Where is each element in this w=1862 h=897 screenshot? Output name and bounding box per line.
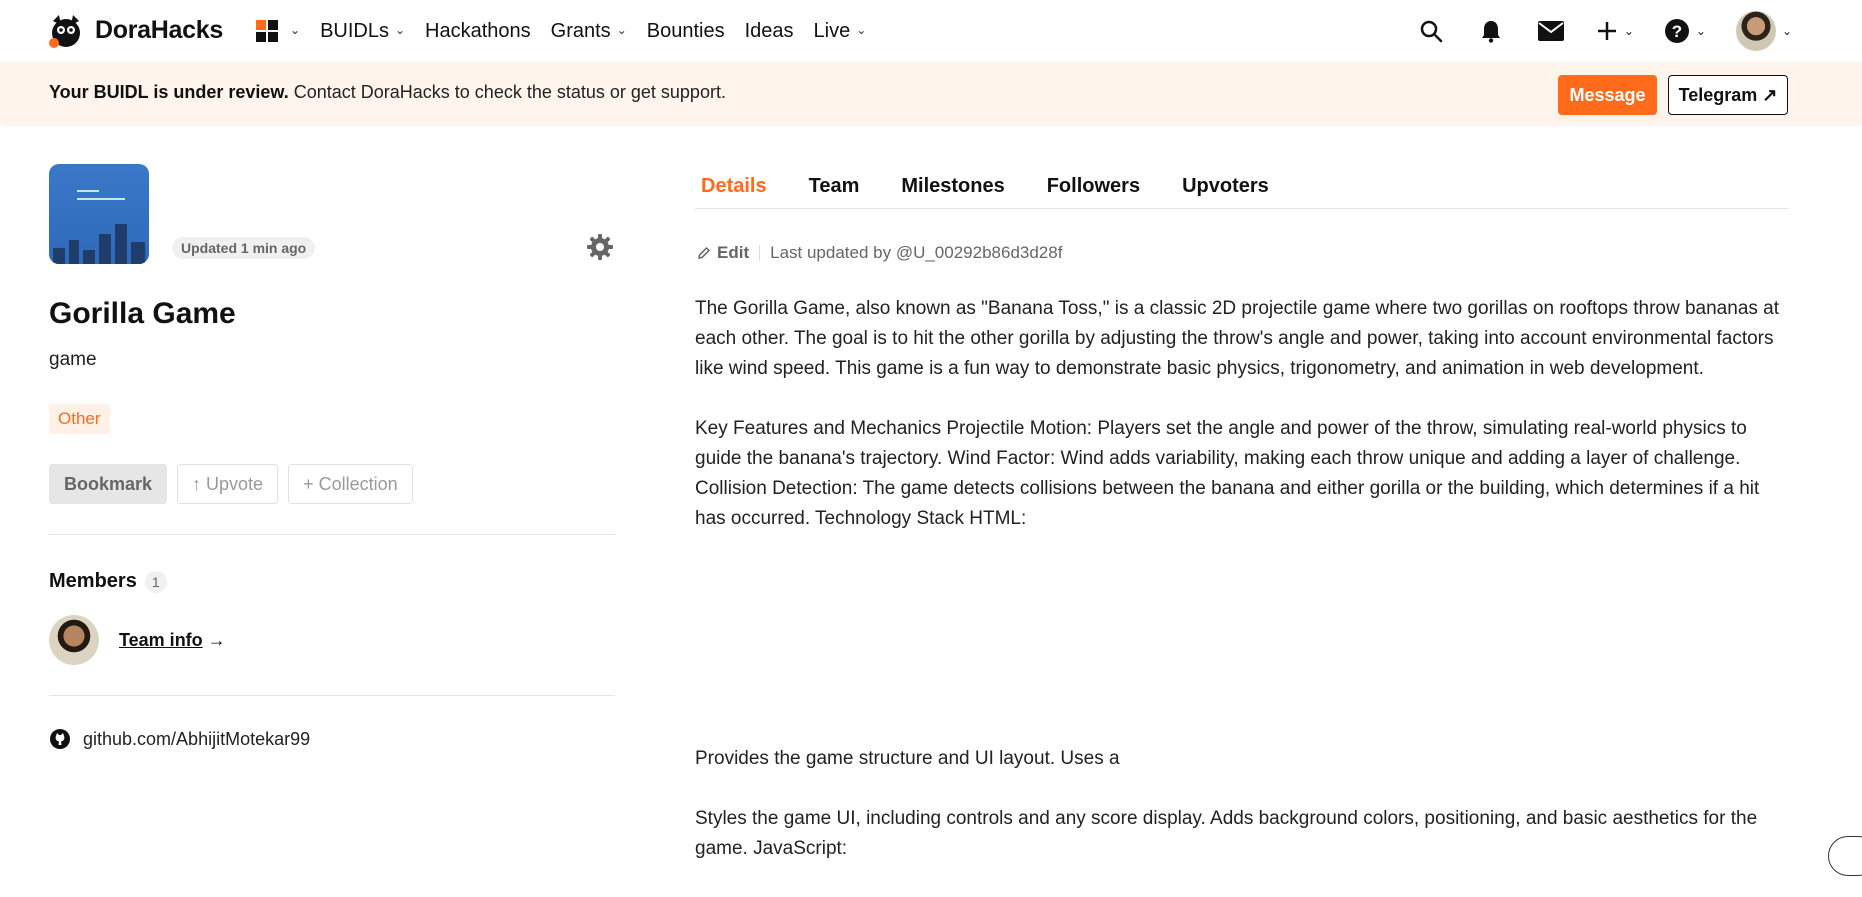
upvote-button[interactable]: ↑ Upvote xyxy=(177,464,279,504)
avatar xyxy=(1735,11,1776,51)
top-navbar: DoraHacks ⌄ BUIDLs ⌄ Hackathons Grants ⌄… xyxy=(0,0,1862,62)
notifications-button[interactable] xyxy=(1476,16,1506,46)
members-heading: Members 1 xyxy=(49,570,167,593)
members-count-badge: 1 xyxy=(144,570,167,593)
plus-icon xyxy=(1597,22,1616,40)
search-icon xyxy=(1420,20,1443,43)
banner-message-text: Contact DoraHacks to check the status or… xyxy=(288,82,726,102)
apps-grid-icon xyxy=(256,20,278,42)
bookmark-button[interactable]: Bookmark xyxy=(49,464,168,504)
blank-space xyxy=(695,564,1789,744)
details-content: The Gorilla Game, also known as "Banana … xyxy=(695,294,1789,894)
apps-menu[interactable]: ⌄ xyxy=(256,20,300,42)
nav-item-buidls[interactable]: BUIDLs ⌄ xyxy=(320,20,405,43)
pencil-icon xyxy=(698,246,711,259)
user-menu[interactable]: ⌄ xyxy=(1735,11,1792,51)
create-button[interactable]: ⌄ xyxy=(1596,16,1634,46)
tab-upvoters[interactable]: Upvoters xyxy=(1176,175,1275,209)
mail-icon xyxy=(1537,21,1564,41)
help-icon: ? xyxy=(1664,19,1689,43)
divider xyxy=(759,245,761,261)
bell-icon xyxy=(1481,21,1500,43)
arrow-right-icon: → xyxy=(202,630,226,650)
banner-bold-text: Your BUIDL is under review. xyxy=(49,82,289,102)
divider xyxy=(49,534,615,535)
share-float-button[interactable] xyxy=(1828,836,1862,876)
nav-item-label: Grants xyxy=(550,19,611,42)
chevron-down-icon: ⌄ xyxy=(616,23,627,37)
main-nav: ⌄ BUIDLs ⌄ Hackathons Grants ⌄ Bounties … xyxy=(256,0,886,62)
divider xyxy=(49,695,615,696)
banner-text: Your BUIDL is under review. Contact Dora… xyxy=(49,82,726,103)
members-label: Members xyxy=(49,570,137,592)
nav-item-label: Live xyxy=(813,19,851,42)
project-subtitle: game xyxy=(49,349,97,370)
updated-badge: Updated 1 min ago xyxy=(172,237,316,259)
edit-row: Edit Last updated by @U_00292b86d3d28f xyxy=(697,243,1062,263)
chevron-down-icon: ⌄ xyxy=(1781,24,1792,38)
nav-item-hackathons[interactable]: Hackathons xyxy=(425,20,531,43)
chevron-down-icon: ⌄ xyxy=(1695,24,1706,38)
details-paragraph: Key Features and Mechanics Projectile Mo… xyxy=(695,418,1760,529)
details-paragraph: Provides the game structure and UI layou… xyxy=(695,748,1120,769)
search-button[interactable] xyxy=(1416,16,1446,46)
nav-item-live[interactable]: Live ⌄ xyxy=(814,20,867,43)
messages-button[interactable] xyxy=(1536,16,1566,46)
tab-bar: Details Team Milestones Followers Upvote… xyxy=(695,175,1789,209)
logo-text: DoraHacks xyxy=(95,15,223,44)
nav-item-grants[interactable]: Grants ⌄ xyxy=(551,20,627,43)
nav-item-ideas[interactable]: Ideas xyxy=(745,20,794,43)
project-thumbnail xyxy=(49,164,149,264)
team-info-link[interactable]: Team info xyxy=(119,630,203,650)
tab-milestones[interactable]: Milestones xyxy=(895,175,1010,209)
tab-details[interactable]: Details xyxy=(695,175,773,209)
github-url: github.com/AbhijitMotekar99 xyxy=(83,728,311,749)
chevron-down-icon: ⌄ xyxy=(856,23,867,37)
details-paragraph: Styles the game UI, including controls a… xyxy=(695,808,1758,859)
chevron-down-icon: ⌄ xyxy=(394,23,406,37)
help-button[interactable]: ? ⌄ xyxy=(1664,16,1706,46)
message-button[interactable]: Message xyxy=(1558,75,1657,115)
category-tag[interactable]: Other xyxy=(49,404,110,434)
chevron-down-icon: ⌄ xyxy=(290,23,301,37)
nav-item-bounties[interactable]: Bounties xyxy=(647,20,725,43)
edit-button[interactable]: Edit xyxy=(697,243,749,263)
github-icon xyxy=(50,729,70,749)
dorahacks-logo-icon xyxy=(49,15,80,48)
nav-item-label: Bounties xyxy=(646,19,725,42)
project-title: Gorilla Game xyxy=(49,297,236,330)
nav-item-label: Ideas xyxy=(744,19,794,42)
review-banner: Your BUIDL is under review. Contact Dora… xyxy=(0,62,1862,124)
telegram-button[interactable]: Telegram ↗ xyxy=(1668,75,1788,115)
last-updated-text: Last updated by @U_00292b86d3d28f xyxy=(770,243,1063,262)
github-link[interactable]: github.com/AbhijitMotekar99 xyxy=(49,728,310,750)
avatar[interactable] xyxy=(49,615,99,665)
nav-item-label: Hackathons xyxy=(425,19,531,42)
details-paragraph: The Gorilla Game, also known as "Banana … xyxy=(695,298,1780,379)
nav-actions: ⌄ ? ⌄ ⌄ xyxy=(1416,0,1792,62)
chevron-down-icon: ⌄ xyxy=(1623,24,1634,38)
team-info: Team info → xyxy=(119,630,226,651)
logo[interactable]: DoraHacks xyxy=(47,11,223,49)
project-actions: Bookmark ↑ Upvote + Collection xyxy=(49,464,413,504)
add-collection-button[interactable]: + Collection xyxy=(288,464,413,504)
tab-team[interactable]: Team xyxy=(803,175,866,209)
edit-label: Edit xyxy=(717,243,750,262)
tab-followers[interactable]: Followers xyxy=(1041,175,1146,209)
nav-item-label: BUIDLs xyxy=(320,19,389,42)
svg-text:?: ? xyxy=(1672,22,1682,41)
gear-icon[interactable] xyxy=(586,233,614,261)
